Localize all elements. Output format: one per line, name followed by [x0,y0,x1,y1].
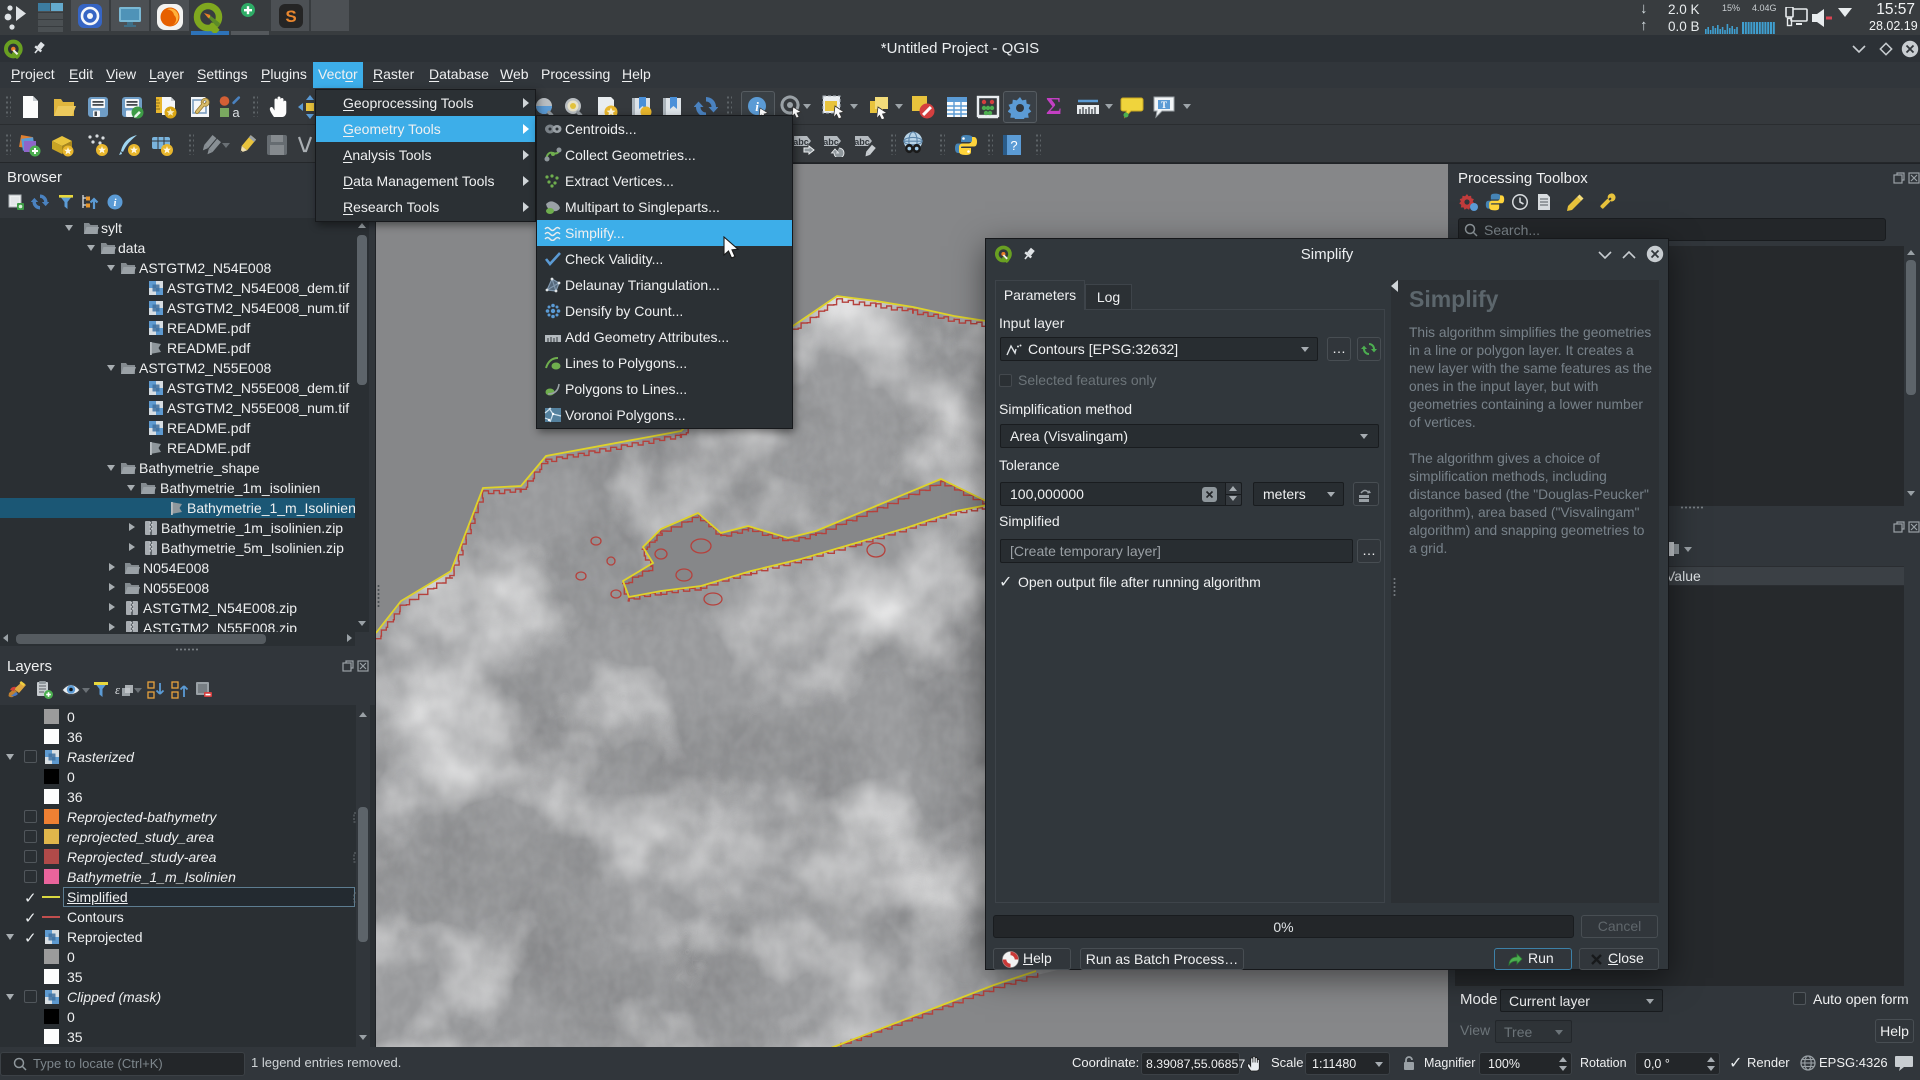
svg-text:abc: abc [793,137,809,147]
svg-text:S: S [285,7,296,26]
svg-text:a: a [232,105,240,119]
svg-text:?: ? [1010,138,1017,153]
svg-text:i: i [755,99,759,114]
svg-text:T: T [1161,100,1167,110]
svg-text:abc: abc [823,137,839,147]
svg-text:ε: ε [115,682,121,697]
svg-text:abc: abc [854,137,870,147]
